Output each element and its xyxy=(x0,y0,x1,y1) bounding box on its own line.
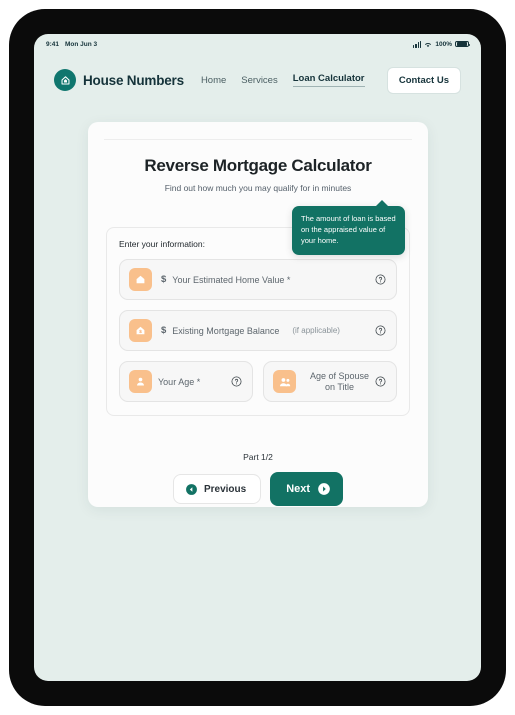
house-dollar-icon: $ xyxy=(129,319,152,342)
home-value-field[interactable]: $ Your Estimated Home Value * xyxy=(119,259,397,300)
cellular-signal-icon xyxy=(412,40,422,48)
help-tooltip: The amount of loan is based on the appra… xyxy=(292,200,405,255)
previous-button-label: Previous xyxy=(203,483,247,495)
status-bar-left: 9:41 Mon Jun 3 xyxy=(46,41,97,48)
brand-logo[interactable]: House Numbers xyxy=(54,69,184,91)
age-fields-row: Your Age * Age of Spouse on Title xyxy=(119,361,397,402)
currency-prefix: $ xyxy=(161,325,167,336)
card-divider xyxy=(104,139,412,140)
status-bar: 9:41 Mon Jun 3 100% xyxy=(34,34,481,54)
page-title: Reverse Mortgage Calculator xyxy=(144,156,372,175)
question-circle-icon[interactable] xyxy=(375,325,386,336)
people-icon xyxy=(273,370,296,393)
site-header: House Numbers Home Services Loan Calcula… xyxy=(34,54,481,106)
tooltip-arrow xyxy=(375,200,389,207)
page-subtitle: Find out how much you may qualify for in… xyxy=(164,183,352,193)
previous-button[interactable]: Previous xyxy=(172,474,262,504)
nav-link-home[interactable]: Home xyxy=(201,75,226,86)
next-button[interactable]: Next xyxy=(270,472,344,506)
status-date: Mon Jun 3 xyxy=(65,40,98,48)
question-circle-icon[interactable] xyxy=(375,274,386,285)
battery-icon xyxy=(455,40,471,48)
form-panel: Enter your information: $ Your Estimated… xyxy=(106,227,410,416)
spouse-age-field[interactable]: Age of Spouse on Title xyxy=(263,361,397,402)
nav-link-loan-calculator[interactable]: Loan Calculator xyxy=(292,73,365,87)
brand-name: House Numbers xyxy=(83,72,184,88)
nav-link-services[interactable]: Services xyxy=(241,75,277,86)
status-bar-right: 100% xyxy=(412,40,471,48)
next-button-label: Next xyxy=(286,483,311,495)
house-arrow-logo-icon xyxy=(54,69,76,91)
chevron-left-circle-icon xyxy=(186,483,197,495)
home-value-label: Your Estimated Home Value * xyxy=(172,274,291,285)
main-nav: Home Services Loan Calculator xyxy=(201,73,365,87)
calculator-card: Reverse Mortgage Calculator Find out how… xyxy=(88,122,428,507)
tooltip-text: The amount of loan is based on the appra… xyxy=(301,214,396,245)
status-time: 9:41 xyxy=(46,40,60,48)
mortgage-balance-field[interactable]: $ $ Existing Mortgage Balance (if applic… xyxy=(119,310,397,351)
battery-percent-label: 100% xyxy=(435,40,452,48)
house-icon xyxy=(129,268,152,291)
spouse-age-label: Age of Spouse on Title xyxy=(309,370,370,392)
tablet-screen: 9:41 Mon Jun 3 100% House Numbers Home S… xyxy=(34,34,481,681)
part-indicator: Part 1/2 xyxy=(243,452,273,462)
wifi-icon xyxy=(425,42,432,47)
chevron-right-circle-icon xyxy=(318,483,330,495)
currency-prefix: $ xyxy=(161,274,167,285)
wizard-buttons: Previous Next xyxy=(88,472,428,506)
person-icon xyxy=(129,370,152,393)
your-age-label: Your Age * xyxy=(158,376,201,387)
tablet-device-frame: 9:41 Mon Jun 3 100% House Numbers Home S… xyxy=(9,9,506,706)
question-circle-icon[interactable] xyxy=(375,376,386,387)
mortgage-balance-label: Existing Mortgage Balance xyxy=(172,325,280,336)
question-circle-icon[interactable] xyxy=(231,376,242,387)
mortgage-balance-note: (if applicable) xyxy=(292,326,340,335)
your-age-field[interactable]: Your Age * xyxy=(119,361,253,402)
contact-us-button[interactable]: Contact Us xyxy=(386,66,461,94)
